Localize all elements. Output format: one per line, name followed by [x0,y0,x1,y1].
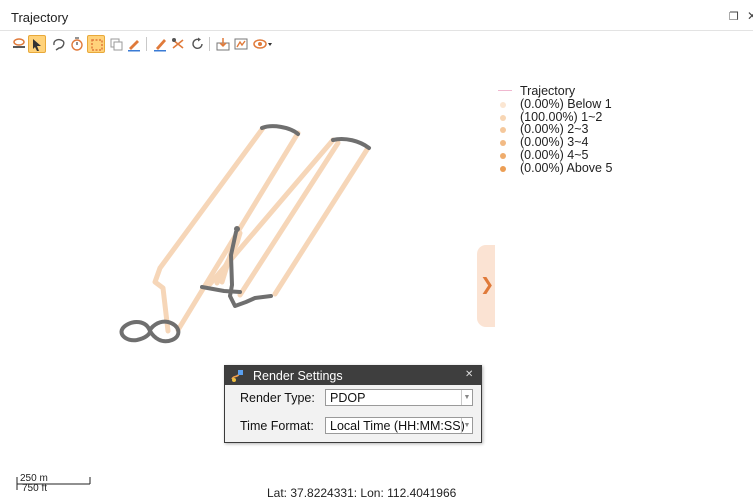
rectangle-select-icon[interactable] [87,35,105,53]
brush-icon[interactable] [151,35,169,53]
edit-pencil-icon[interactable] [125,35,143,53]
time-format-label: Time Format: [240,419,314,433]
legend-swatch [500,101,506,108]
eye-dropdown-icon[interactable] [252,35,274,53]
layer-icon[interactable] [10,35,28,53]
coordinates-readout: Lat: 37.8224331: Lon: 112.4041966 [267,486,457,498]
trajectory-line-swatch [498,90,512,91]
map-toolbar [6,33,306,55]
chevron-down-icon: ▼ [461,418,472,433]
select-arrow-icon[interactable] [28,35,46,53]
legend: Trajectory (0.00%) Below 1 (100.00%) 1~2(… [498,85,638,175]
legend-item: (0.00%) 4~5 [498,149,638,162]
restore-window-icon[interactable]: ❐ [729,10,739,23]
render-settings-icon [231,370,243,382]
render-settings-panel: Render Settings ✕ Render Type: PDOP ▼ Ti… [224,365,482,443]
trajectory-point [234,226,240,232]
legend-swatch [500,152,506,159]
render-type-label: Render Type: [240,391,315,405]
time-format-select[interactable]: Local Time (HH:MM:SS) ▼ [325,417,473,434]
render-type-row: Render Type: PDOP ▼ [225,389,481,407]
legend-swatch [500,140,506,147]
refresh-icon[interactable] [189,35,207,53]
legend-items: (0.00%) Below 1 (100.00%) 1~2 (0.00%) 2~3(… [498,96,638,175]
toolbar-divider [146,37,147,51]
legend-swatch [500,127,506,134]
toolbar-divider [209,37,210,51]
render-settings-title: Render Settings [253,369,343,383]
copy-icon[interactable] [107,35,125,53]
side-panel-toggle[interactable]: ❯ [477,245,495,327]
legend-item: (0.00%) Above 5 [498,160,638,175]
timer-select-icon[interactable] [68,35,86,53]
legend-title-label: Trajectory [520,84,576,98]
window-title: Trajectory [11,10,69,25]
legend-item: (0.00%) Below 1 [498,96,638,111]
chevron-down-icon: ▼ [461,390,472,405]
time-format-row: Time Format: Local Time (HH:MM:SS) ▼ [225,417,481,435]
map-export-icon[interactable] [232,35,250,53]
legend-swatch [500,114,506,121]
split-icon[interactable] [169,35,187,53]
render-type-select[interactable]: PDOP ▼ [325,389,473,406]
chevron-right-icon: ❯ [480,275,495,294]
close-icon[interactable]: ✕ [747,9,753,23]
render-type-value: PDOP [330,391,366,405]
render-settings-header[interactable]: Render Settings ✕ [225,366,481,385]
legend-item-label: (0.00%) Above 5 [520,160,613,175]
legend-item-label: (0.00%) 4~5 [520,147,589,162]
legend-swatch [500,165,506,172]
import-icon[interactable] [214,35,232,53]
time-format-value: Local Time (HH:MM:SS) [330,419,465,433]
trajectory-track [152,125,371,334]
scale-bar: 250 m 750 ft [16,474,96,496]
legend-item-label: (0.00%) Below 1 [520,96,612,111]
lasso-select-icon[interactable] [50,35,68,53]
close-icon[interactable]: ✕ [465,369,473,380]
trajectory-gaps [119,124,371,344]
scale-bar-imperial: 750 ft [22,483,48,494]
title-bar: Trajectory ❐ ✕ [0,0,753,31]
legend-title: Trajectory [498,85,638,98]
